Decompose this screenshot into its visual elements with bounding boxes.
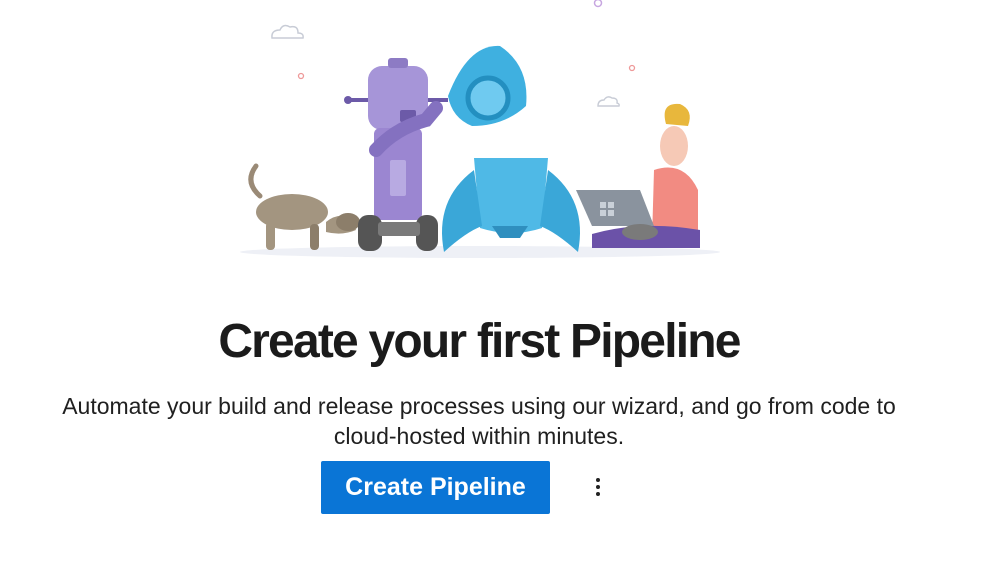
create-pipeline-button[interactable]: Create Pipeline [321, 461, 550, 514]
robot-figure [344, 58, 448, 251]
dog-figure [248, 163, 360, 250]
more-actions-button[interactable] [584, 472, 612, 502]
page-title: Create your first Pipeline [218, 315, 741, 369]
more-vertical-icon [596, 478, 600, 496]
person-figure [576, 103, 700, 248]
page-description: Automate your build and release processe… [62, 393, 896, 449]
pipeline-illustration [230, 0, 730, 262]
cloud-icon [271, 24, 304, 39]
sparkle-icon [593, 0, 603, 8]
laptop-icon [576, 190, 654, 226]
cloud-small-icon [597, 96, 620, 107]
rocket-figure [442, 45, 580, 252]
